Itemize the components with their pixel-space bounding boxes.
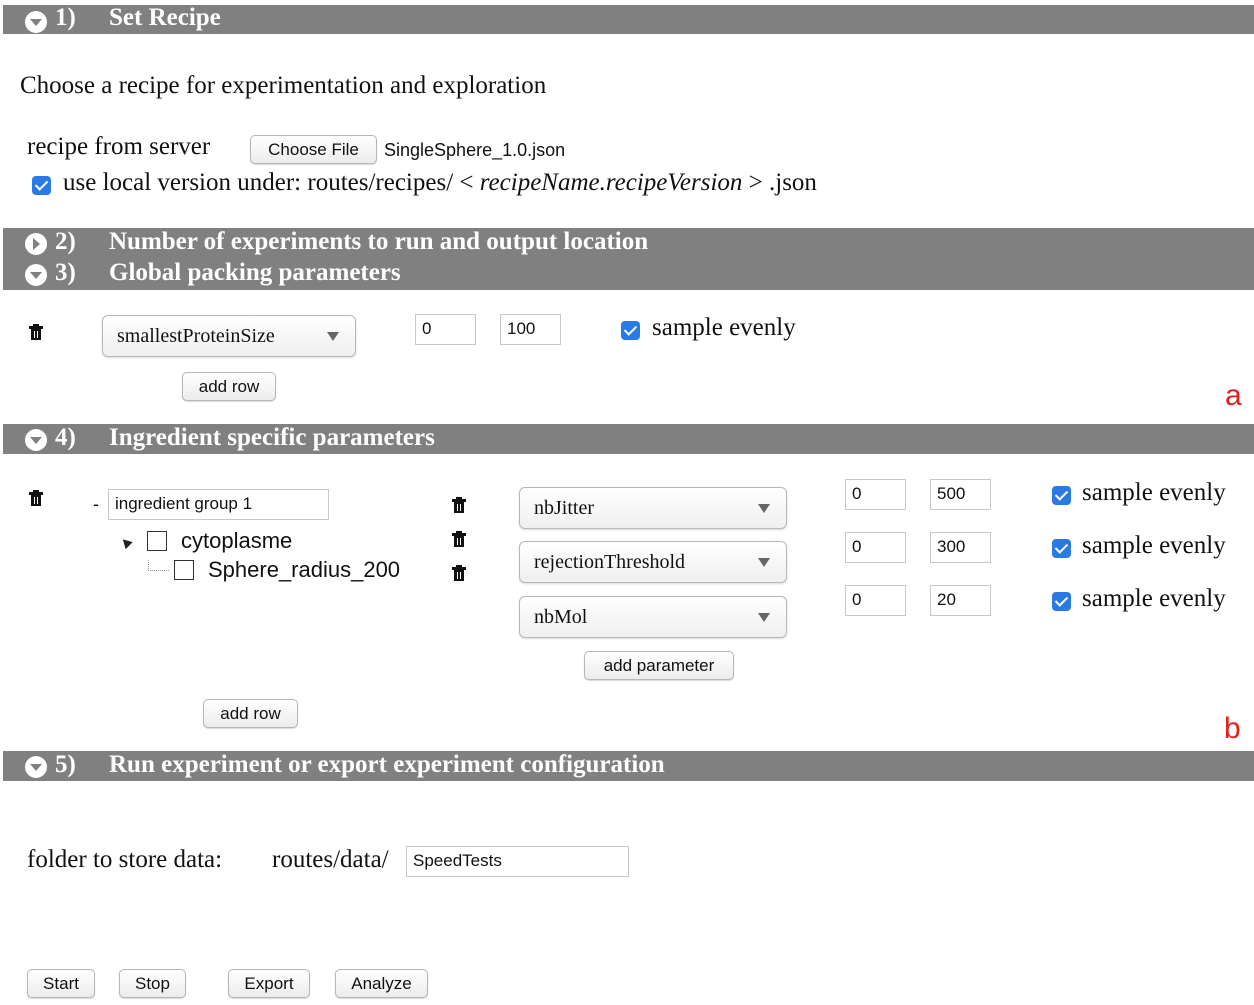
use-local-checkbox[interactable] (32, 176, 51, 195)
add-row-button[interactable]: add row (182, 372, 276, 401)
param-max-input[interactable]: 300 (930, 532, 991, 563)
collapse-icon[interactable] (25, 756, 47, 778)
param-min-input[interactable]: 0 (845, 585, 906, 616)
ingredient-parameter-select[interactable]: nbMol (519, 596, 787, 638)
trash-icon[interactable] (29, 490, 43, 507)
annotation-b: b (1224, 712, 1241, 745)
section-2-header[interactable]: 2) Number of experiments to run and outp… (3, 228, 1254, 259)
selected-file-name: SingleSphere_1.0.json (384, 140, 566, 160)
sample-evenly-label: sample evenly (1082, 532, 1226, 559)
section-number: 1) (55, 4, 76, 31)
param-max-input[interactable]: 500 (930, 479, 991, 510)
param-sample-evenly-checkbox[interactable] (1052, 539, 1071, 558)
section-5-header[interactable]: 5) Run experiment or export experiment c… (3, 751, 1254, 781)
trash-icon[interactable] (452, 531, 466, 548)
expand-icon[interactable] (25, 233, 47, 255)
tree-expand-icon[interactable] (119, 535, 133, 550)
trash-icon[interactable] (29, 324, 43, 341)
param-min-input[interactable]: 0 (845, 479, 906, 510)
param-sample-evenly-checkbox[interactable] (1052, 592, 1071, 611)
analyze-button[interactable]: Analyze (335, 969, 428, 998)
param-sample-evenly-checkbox[interactable] (1052, 486, 1071, 505)
param-min-input[interactable]: 0 (845, 532, 906, 563)
global-parameter-select[interactable]: smallestProteinSize (102, 315, 356, 357)
use-local-label: use local version under: routes/recipes/… (63, 169, 817, 196)
tree-checkbox-cytoplasme[interactable] (147, 531, 167, 551)
global-sample-evenly-checkbox[interactable] (621, 321, 640, 340)
section-4-header[interactable]: 4) Ingredient specific parameters (3, 424, 1254, 454)
section-title: Global packing parameters (109, 259, 401, 286)
tree-item-cytoplasme[interactable]: cytoplasme (181, 528, 292, 554)
section-title: Ingredient specific parameters (109, 424, 435, 451)
section-title: Set Recipe (109, 4, 221, 31)
chevron-down-icon (758, 558, 770, 567)
tree-item-sphere[interactable]: Sphere_radius_200 (208, 557, 400, 583)
recipe-name-version: recipeName.recipeVersion (479, 169, 743, 196)
chevron-down-icon (758, 504, 770, 513)
section-number: 4) (55, 424, 76, 451)
collapse-icon[interactable] (25, 429, 47, 451)
trash-icon[interactable] (452, 565, 466, 582)
section-3-header[interactable]: 3) Global packing parameters (3, 259, 1254, 290)
chevron-down-icon (758, 613, 770, 622)
param-max-input[interactable]: 20 (930, 585, 991, 616)
group-collapse-toggle[interactable]: - (93, 494, 99, 515)
annotation-a: a (1225, 379, 1242, 412)
section-1-description: Choose a recipe for experimentation and … (20, 72, 547, 99)
ingredient-group-name-input[interactable]: ingredient group 1 (108, 489, 329, 520)
trash-icon[interactable] (452, 497, 466, 514)
tree-checkbox-sphere[interactable] (174, 560, 194, 580)
recipe-label: recipe from server (27, 133, 211, 160)
chevron-down-icon (327, 332, 339, 341)
start-button[interactable]: Start (27, 969, 95, 998)
section-number: 5) (55, 751, 76, 778)
section-number: 2) (55, 228, 76, 255)
global-min-input[interactable]: 0 (415, 314, 476, 345)
global-max-input[interactable]: 100 (500, 314, 561, 345)
collapse-icon[interactable] (25, 264, 47, 286)
folder-label: folder to store data: (27, 846, 223, 873)
ingredient-parameter-select[interactable]: nbJitter (519, 487, 787, 529)
collapse-icon[interactable] (25, 11, 47, 33)
choose-file-button[interactable]: Choose File (250, 135, 377, 164)
add-parameter-button[interactable]: add parameter (584, 651, 734, 680)
sample-evenly-label: sample evenly (1082, 585, 1226, 612)
folder-prefix: routes/data/ (272, 846, 389, 873)
sample-evenly-label: sample evenly (1082, 479, 1226, 506)
section-number: 3) (55, 259, 76, 286)
section-title: Number of experiments to run and output … (109, 228, 649, 255)
add-row-button[interactable]: add row (203, 699, 298, 728)
export-button[interactable]: Export (228, 969, 310, 998)
tree-connector (148, 560, 169, 571)
ingredient-parameter-select[interactable]: rejectionThreshold (519, 541, 787, 583)
section-1-header[interactable]: 1) Set Recipe (3, 4, 1254, 34)
folder-name-input[interactable]: SpeedTests (406, 846, 629, 877)
section-title: Run experiment or export experiment conf… (109, 751, 665, 778)
stop-button[interactable]: Stop (119, 969, 186, 998)
sample-evenly-label: sample evenly (652, 314, 796, 341)
